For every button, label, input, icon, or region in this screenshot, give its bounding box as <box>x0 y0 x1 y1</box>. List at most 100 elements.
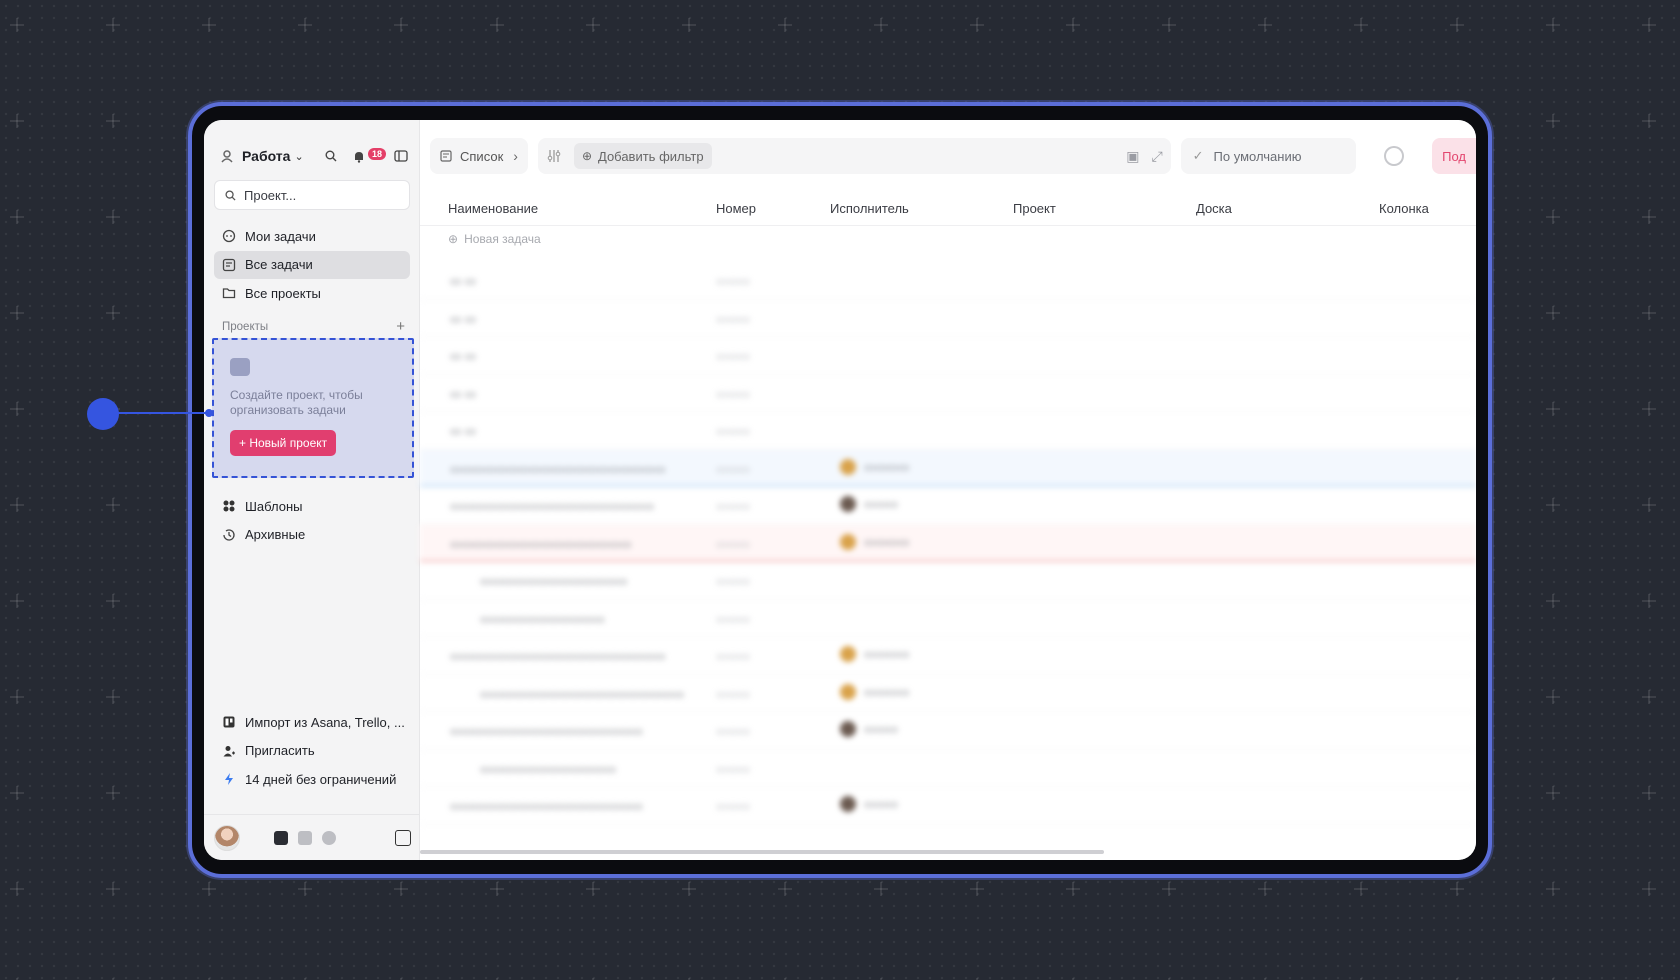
nav-all-tasks[interactable]: Все задачи <box>214 250 410 279</box>
nav-label: Импорт из Asana, Trello, ... <box>245 714 405 730</box>
grid-plus-mark <box>1642 18 1656 32</box>
nav-invite[interactable]: Пригласить <box>214 737 410 765</box>
search-icon[interactable] <box>323 148 339 164</box>
table-row: ▭▭▭▭▭▭▭▭▭▭▭▭▭▭▭▭▭▭ ▭▭▭ ▭▭▭▭ <box>420 675 1476 712</box>
nav-trial[interactable]: 14 дней без ограничений <box>214 765 410 793</box>
new-project-button[interactable]: + Новый проект <box>230 430 337 456</box>
add-project-icon[interactable]: + <box>396 318 405 335</box>
expand-icon[interactable]: ⤢ <box>1151 148 1162 165</box>
nav-all-projects[interactable]: Все проекты <box>214 279 410 307</box>
grid-plus-mark <box>778 18 792 32</box>
lightning-icon <box>225 773 233 785</box>
sliders-icon[interactable] <box>546 148 562 164</box>
horizontal-scrollbar[interactable] <box>420 850 1104 854</box>
table-row: ▭▭▭▭▭▭▭▭▭▭▭ ▭▭▭ <box>420 600 1476 637</box>
column-header[interactable]: Номер <box>716 201 756 216</box>
calculator-icon[interactable] <box>395 829 411 846</box>
grid-plus-mark <box>874 882 888 896</box>
table-row: ▭▭▭▭▭▭▭▭▭▭▭▭▭▭▭▭▭▭▭▭▭▭▭ <box>420 524 1476 562</box>
grid-plus-mark <box>1546 18 1560 32</box>
grid-plus-mark <box>106 498 120 512</box>
table-row: ▭ ▭ ▭▭▭ <box>420 262 1476 300</box>
folder-icon <box>222 288 236 299</box>
grid-plus-mark <box>874 18 888 32</box>
grid-plus-mark <box>1546 882 1560 896</box>
sort-label: По умолчанию <box>1213 148 1302 164</box>
grid-plus-mark <box>1642 402 1656 416</box>
grid-plus-mark <box>1450 18 1464 32</box>
grid-plus-mark <box>10 690 24 704</box>
nav-label: Мои задачи <box>245 228 316 244</box>
column-header[interactable]: Колонка <box>1379 201 1429 216</box>
check-icon[interactable] <box>274 830 288 845</box>
nav-label: Пригласить <box>245 743 315 758</box>
table-row: ▭▭▭▭▭▭▭▭▭▭▭▭▭▭▭▭▭▭▭▭▭▭▭ <box>420 712 1476 750</box>
templates-icon <box>223 500 235 512</box>
grid-plus-mark <box>10 786 24 800</box>
grid-plus-mark <box>1546 690 1560 704</box>
nav-import[interactable]: Импорт из Asana, Trello, ... <box>214 708 410 736</box>
grid-plus-mark <box>1642 690 1656 704</box>
grid-plus-mark <box>1546 114 1560 128</box>
grid-plus-mark <box>10 594 24 608</box>
nav-label: Все задачи <box>245 257 313 272</box>
gear-icon[interactable] <box>1384 146 1405 166</box>
grid-plus-mark <box>970 18 984 32</box>
project-search-input[interactable] <box>244 187 394 203</box>
grid-plus-mark <box>106 786 120 800</box>
save-icon[interactable]: ▣ <box>1126 148 1139 165</box>
grid-plus-mark <box>1450 882 1464 896</box>
grid-plus-mark <box>10 498 24 512</box>
nav-label: 14 дней без ограничений <box>245 771 397 787</box>
grid-plus-mark <box>682 18 696 32</box>
grid-plus-mark <box>202 882 216 896</box>
grid-plus-mark <box>202 18 216 32</box>
grid-plus-mark <box>1642 882 1656 896</box>
grid-plus-mark <box>106 210 120 224</box>
chart-icon[interactable] <box>322 830 336 845</box>
chevron-down-icon: ⌄ <box>294 150 304 163</box>
column-header[interactable]: Доска <box>1196 201 1232 216</box>
table-row: ▭▭▭▭▭▭▭▭▭▭▭▭ ▭▭▭ <box>420 750 1476 787</box>
sidebar-footer <box>204 814 419 860</box>
grid-plus-mark <box>1642 306 1656 320</box>
grid-plus-mark <box>10 306 24 320</box>
annotation-anchor <box>205 409 213 417</box>
nav-templates[interactable]: Шаблоны <box>214 492 410 520</box>
grid-plus-mark <box>106 18 120 32</box>
cta-label: Под <box>1442 148 1466 164</box>
grid-plus-mark <box>106 306 120 320</box>
table-row: ▭▭▭▭▭▭▭▭▭▭▭▭▭▭▭▭▭▭ ▭▭▭ ▭▭▭ <box>420 487 1476 525</box>
grid-plus-mark <box>778 882 792 896</box>
document-icon[interactable] <box>298 830 312 845</box>
sidebar-toggle-icon[interactable] <box>393 148 409 164</box>
plus-circle-icon: ⊕ <box>448 232 459 246</box>
notification-badge: 18 <box>368 148 387 160</box>
column-header[interactable]: Наименование <box>448 201 538 216</box>
grid-plus-mark <box>586 18 600 32</box>
new-task-row[interactable]: ⊕ Новая задача <box>448 232 541 246</box>
grid-plus-mark <box>1162 882 1176 896</box>
grid-plus-mark <box>1642 498 1656 512</box>
nav-archived[interactable]: Архивные <box>214 521 410 549</box>
list-icon <box>222 258 236 271</box>
column-header[interactable]: Проект <box>1013 201 1056 216</box>
blurred-task-rows: ▭ ▭ ▭▭▭ ▭ ▭ ▭▭▭ ▭ ▭ ▭▭▭ ▭ ▭ ▭▭▭ ▭ ▭ ▭▭▭ ▭▭▭▭▭… <box>420 262 1476 825</box>
toolbar: Список › ⊕ Добавить фильтр ▣ ⤢ ✓ По умол… <box>430 136 1476 176</box>
grid-plus-mark <box>1546 498 1560 512</box>
avatar[interactable] <box>214 824 240 851</box>
cta-button[interactable]: Под <box>1432 138 1476 174</box>
add-filter-button[interactable]: ⊕ Добавить фильтр <box>573 143 712 169</box>
my-tasks-icon <box>222 229 236 243</box>
nav-my-tasks[interactable]: Мои задачи <box>214 222 410 250</box>
grid-plus-mark <box>10 18 24 32</box>
column-header[interactable]: Исполнитель <box>830 201 909 216</box>
view-selector[interactable]: Список › <box>430 138 528 174</box>
grid-plus-mark <box>394 882 408 896</box>
bell-icon[interactable] <box>351 148 367 164</box>
grid-plus-mark <box>1162 18 1176 32</box>
sort-selector[interactable]: ✓ По умолчанию <box>1180 138 1357 174</box>
project-search[interactable] <box>214 180 410 210</box>
table-row: ▭ ▭ ▭▭▭ <box>420 300 1476 337</box>
grid-plus-mark <box>106 594 120 608</box>
